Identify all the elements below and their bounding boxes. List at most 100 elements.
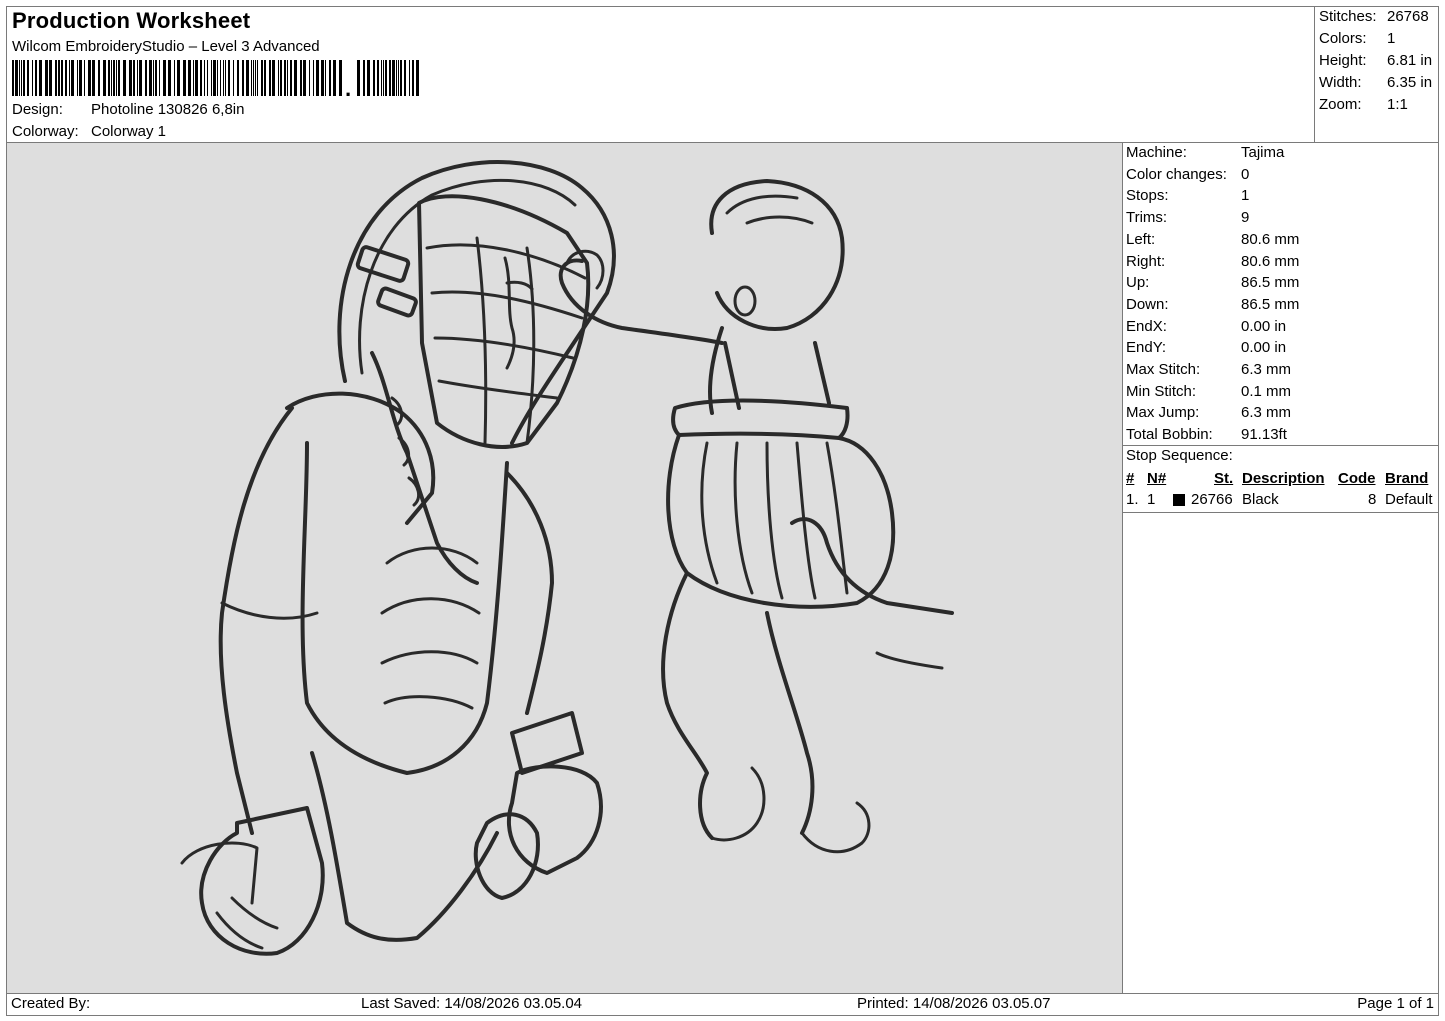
barcode-bar <box>269 60 271 96</box>
face-profile <box>503 256 516 370</box>
barcode-bar <box>133 60 135 96</box>
colorway-row: Colorway: Colorway 1 <box>12 123 166 140</box>
barcode-bar <box>329 60 331 96</box>
row-needle: 1 <box>1147 491 1156 508</box>
machine-info-row: EndY: 0.00 in <box>1126 339 1286 356</box>
barcode-bar <box>325 60 326 96</box>
height-value: 6.81 in <box>1387 52 1433 69</box>
barcode-bar <box>32 60 33 96</box>
color-swatch <box>1173 494 1185 506</box>
colors-value: 1 <box>1387 30 1396 47</box>
barcode-bar <box>264 60 266 96</box>
width-label: Width: <box>1319 74 1362 91</box>
machine-info-value: 6.3 mm <box>1241 404 1292 422</box>
barcode-bar <box>396 60 397 96</box>
embroidery-design-image <box>180 159 954 956</box>
worksheet-header: Production Worksheet Wilcom EmbroiderySt… <box>6 6 1315 143</box>
barcode-bar <box>412 60 414 96</box>
chest-seg-4 <box>383 695 474 710</box>
barcode-bar <box>404 60 406 96</box>
design-summary: Stitches: 26768 Colors: 1 Height: 6.81 in W… <box>1314 6 1439 143</box>
barcode-bar <box>373 60 375 96</box>
barcode-bar <box>177 60 180 96</box>
right-glove <box>506 764 603 875</box>
chest-protector <box>300 441 509 775</box>
machine-info-value: 80.6 mm <box>1241 230 1300 248</box>
barcode-bar <box>155 60 157 96</box>
chest-seg-2 <box>380 597 481 615</box>
machine-info-value: 0.00 in <box>1241 339 1287 357</box>
machine-info-value: Tajima <box>1241 144 1285 161</box>
chest-seg-1 <box>385 546 479 565</box>
barcode-bar <box>385 60 387 96</box>
baby-leg-left <box>661 571 714 840</box>
baby-hair <box>725 194 814 225</box>
baby-foot-right <box>800 801 871 854</box>
barcode-bar <box>313 60 314 96</box>
barcode-bar <box>290 60 292 96</box>
machine-info-row: Right: 80.6 mm <box>1126 253 1299 270</box>
barcode-bar <box>145 60 147 96</box>
barcode-bar <box>223 60 224 96</box>
width-row: Width: 6.35 in <box>1319 74 1432 91</box>
machine-info-label: Min Stitch: <box>1126 382 1197 400</box>
pants <box>310 751 499 942</box>
zoom-row: Zoom: 1:1 <box>1319 96 1408 113</box>
design-label: Design: <box>12 101 63 118</box>
machine-info-row: Up: 86.5 mm <box>1126 274 1299 291</box>
barcode-separator: , <box>345 76 351 96</box>
barcode-bar <box>309 60 310 96</box>
stitches-label: Stitches: <box>1319 8 1377 25</box>
barcode-bar <box>213 60 216 96</box>
barcode-bar <box>261 60 263 96</box>
stop-sequence-title: Stop Sequence: <box>1126 447 1233 464</box>
barcode-bar <box>137 60 138 96</box>
barcode-bar <box>242 60 244 96</box>
mask-frame <box>417 194 591 449</box>
row-description: Black <box>1242 491 1279 508</box>
machine-info-label: Trims: <box>1126 209 1168 227</box>
barcode-bar <box>294 60 297 96</box>
barcode-bar <box>92 60 95 96</box>
barcode-bar <box>303 60 306 96</box>
barcode-bar <box>195 60 198 96</box>
barcode-bar <box>300 60 302 96</box>
barcode-bar <box>400 60 402 96</box>
barcode-bar <box>12 60 14 96</box>
machine-info-row: EndX: 0.00 in <box>1126 318 1286 335</box>
barcode-bar <box>111 60 112 96</box>
machine-info-label: Max Jump: <box>1126 404 1200 422</box>
row-stitches: 26766 <box>1191 491 1233 508</box>
chest-seg-3 <box>380 650 479 665</box>
knee-pad <box>180 841 259 905</box>
machine-info-row: Total Bobbin: 91.13ft <box>1126 426 1287 443</box>
barcode-bar <box>251 60 252 96</box>
barcode-bar <box>237 60 239 96</box>
machine-info-value: 0.1 mm <box>1241 382 1292 400</box>
right-arm <box>505 471 554 715</box>
machine-info-value: 9 <box>1241 209 1250 227</box>
stitches-row: Stitches: 26768 <box>1319 8 1429 25</box>
colorway-value: Colorway 1 <box>91 123 167 140</box>
barcode-bar <box>377 60 379 96</box>
machine-info-label: Machine: <box>1126 144 1187 161</box>
machine-info-label: Right: <box>1126 252 1166 270</box>
barcode-bar <box>84 60 85 96</box>
barcode-bar <box>253 60 254 96</box>
barcode-bar <box>139 60 142 96</box>
barcode-bar <box>61 60 63 96</box>
machine-info-label: EndX: <box>1126 317 1167 335</box>
barcode-bar <box>220 60 221 96</box>
barcode-bar <box>79 60 82 96</box>
left-arm <box>218 406 294 835</box>
width-value: 6.35 in <box>1387 74 1433 91</box>
barcode-bar <box>55 60 57 96</box>
machine-info-label: Color changes: <box>1126 165 1227 183</box>
machine-info-label: Total Bobbin: <box>1126 426 1213 444</box>
row-code: 8 <box>1368 491 1377 508</box>
baby-leg-right <box>765 611 815 835</box>
mask-bar-4 <box>437 379 559 400</box>
height-label: Height: <box>1319 52 1367 69</box>
machine-info-row: Min Stitch: 0.1 mm <box>1126 383 1291 400</box>
machine-info-label: Max Stitch: <box>1126 361 1201 378</box>
